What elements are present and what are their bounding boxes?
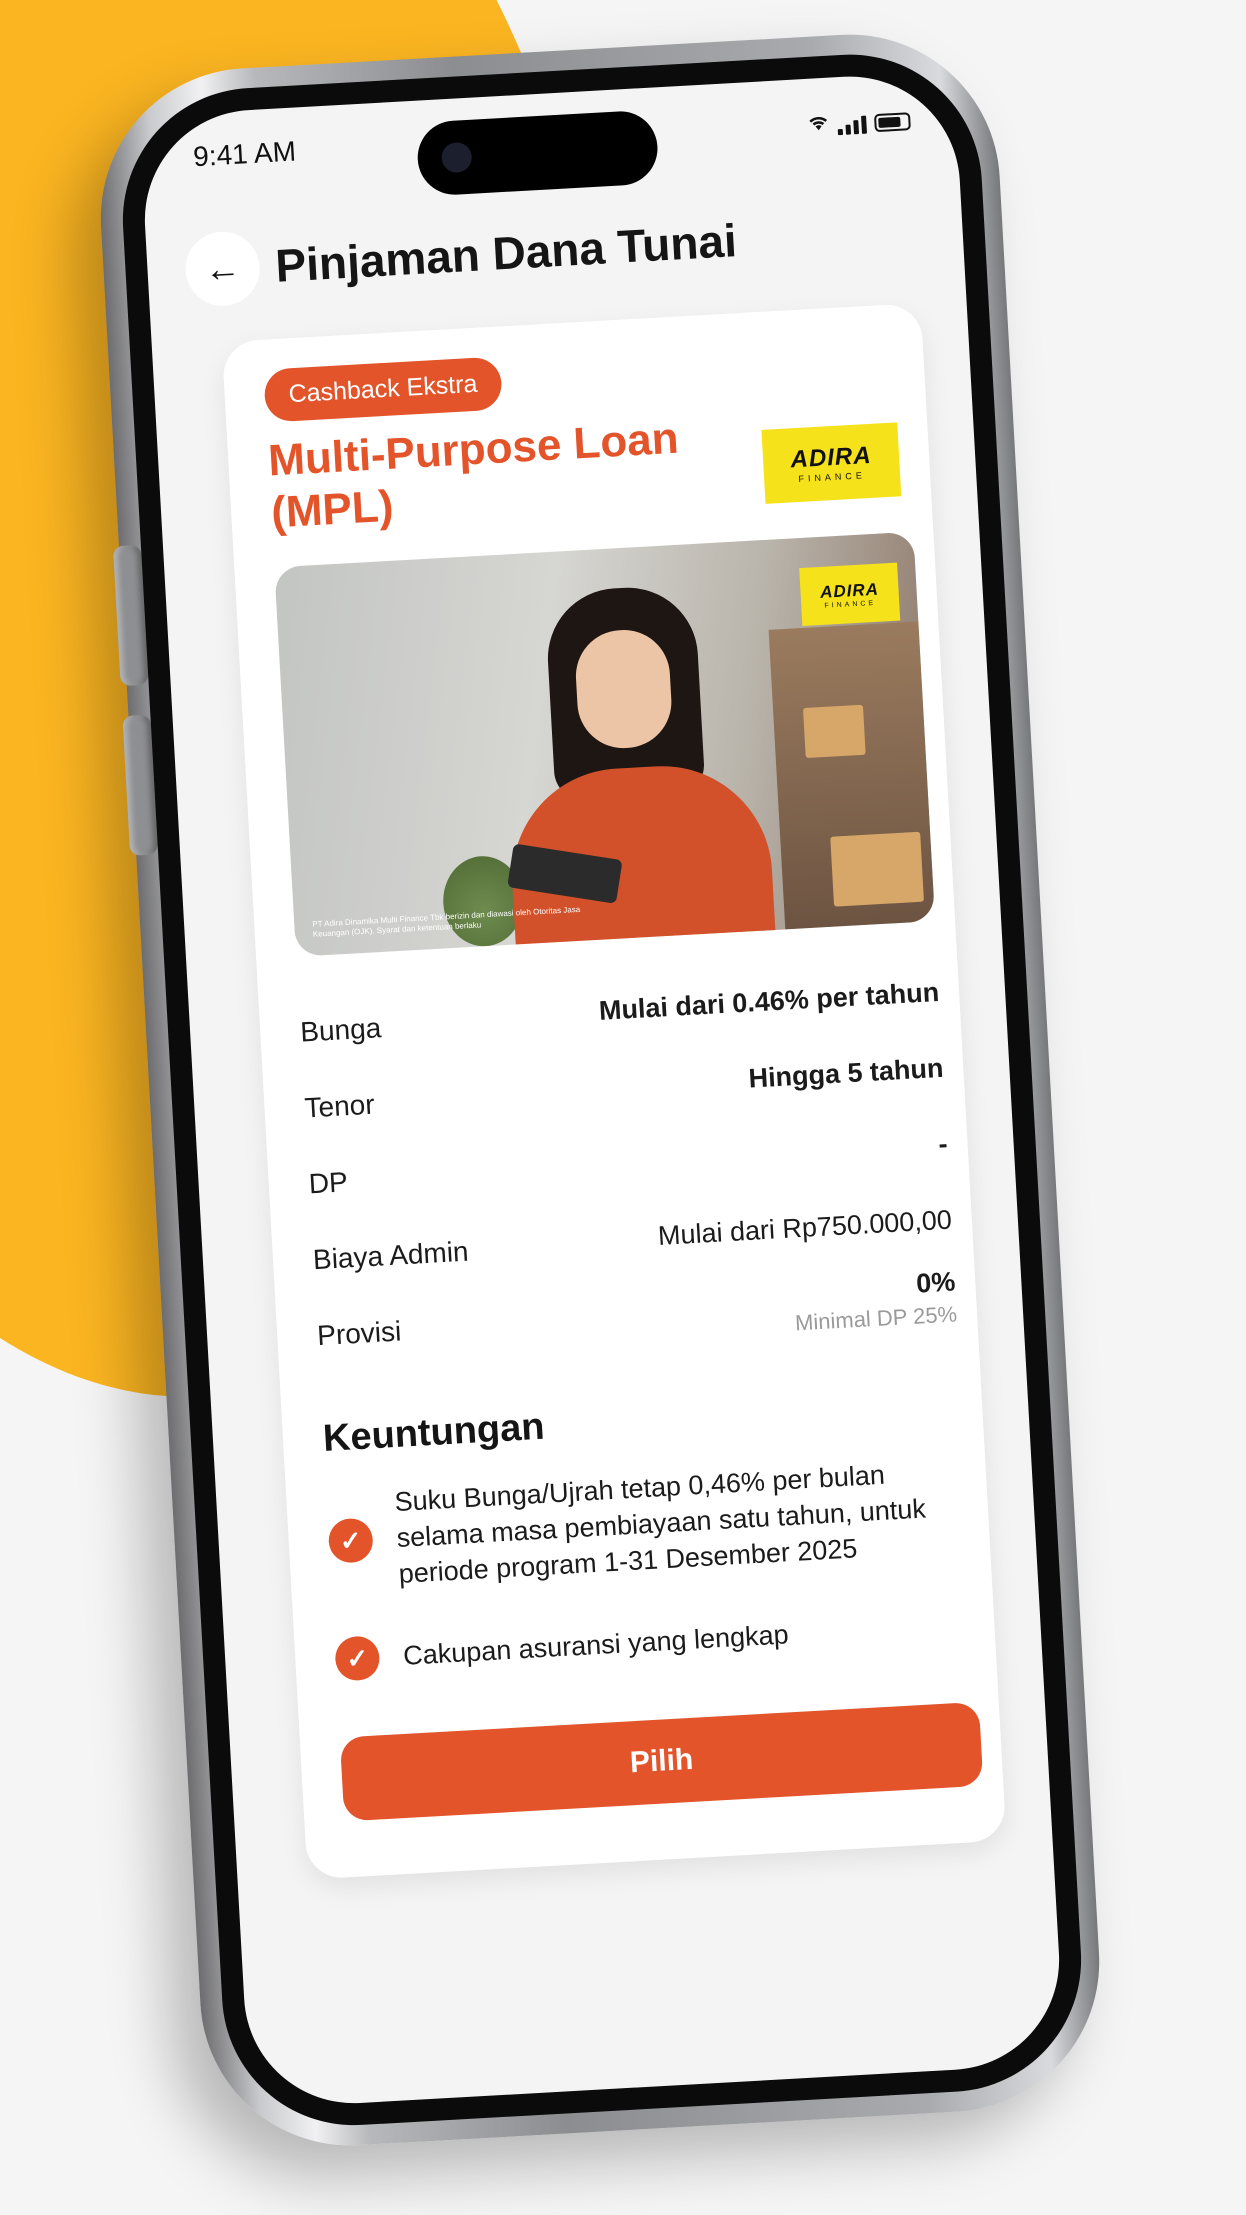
phone-mockup: 9:41 AM ← Pinjaman Dana Tunai Cashback E… <box>92 26 1108 2154</box>
cashback-badge: Cashback Ekstra <box>263 356 503 423</box>
check-icon: ✓ <box>327 1517 374 1564</box>
spec-value: Mulai dari Rp750.000,00 <box>657 1204 953 1251</box>
banner-adira-logo: ADIRA FINANCE <box>799 562 901 626</box>
benefit-text: Cakupan asuransi yang lengkap <box>402 1619 790 1671</box>
spec-value: Hingga 5 tahun <box>747 1052 945 1094</box>
product-card: Cashback Ekstra Multi-Purpose Loan (MPL)… <box>221 302 1007 1880</box>
spec-value: 0% <box>915 1266 957 1299</box>
benefit-text: Suku Bunga/Ujrah tetap 0,46% per bulan s… <box>393 1459 927 1589</box>
product-title: Multi-Purpose Loan (MPL) <box>267 413 680 538</box>
spec-value: Mulai dari 0.46% per tahun <box>598 976 940 1026</box>
banner-box <box>802 704 866 758</box>
page-title: Pinjaman Dana Tunai <box>274 214 739 292</box>
promo-stage: 9:41 AM ← Pinjaman Dana Tunai Cashback E… <box>0 0 1246 2215</box>
spec-label: DP <box>307 1166 349 1200</box>
app-screen: 9:41 AM ← Pinjaman Dana Tunai Cashback E… <box>138 70 1066 2110</box>
banner-person-face <box>573 627 674 751</box>
battery-icon <box>873 111 911 132</box>
spec-value-group: 0% Minimal DP 25% <box>792 1266 957 1336</box>
banner-box <box>830 831 924 907</box>
check-icon: ✓ <box>334 1635 381 1682</box>
banner-logo-subtitle: FINANCE <box>824 599 877 610</box>
status-icons <box>807 109 911 138</box>
choose-button[interactable]: Pilih <box>339 1701 984 1822</box>
benefit-item: ✓ Cakupan asuransi yang lengkap <box>334 1603 955 1682</box>
benefits-title: Keuntungan <box>321 1405 546 1460</box>
benefit-item: ✓ Suku Bunga/Ujrah tetap 0,46% per bulan… <box>326 1453 951 1595</box>
spec-note: Minimal DP 25% <box>794 1301 958 1336</box>
spec-label: Bunga <box>299 1012 383 1048</box>
spec-label: Tenor <box>303 1088 376 1124</box>
product-banner-image: ADIRA FINANCE PT Adira Dinamika Multi Fi… <box>274 531 936 957</box>
adira-finance-logo: ADIRA FINANCE <box>761 422 902 504</box>
status-time: 9:41 AM <box>192 135 297 173</box>
signal-icon <box>837 113 868 135</box>
spec-value: - <box>937 1128 949 1160</box>
camera-icon <box>440 141 473 174</box>
wifi-icon <box>807 114 830 138</box>
spec-list: Bunga Mulai dari 0.46% per tahun Tenor H… <box>298 963 959 1392</box>
back-button[interactable]: ← <box>183 229 262 308</box>
spec-label: Provisi <box>316 1315 403 1352</box>
dynamic-island <box>415 109 660 197</box>
arrow-left-icon: ← <box>203 246 242 290</box>
spec-label: Biaya Admin <box>312 1235 470 1276</box>
